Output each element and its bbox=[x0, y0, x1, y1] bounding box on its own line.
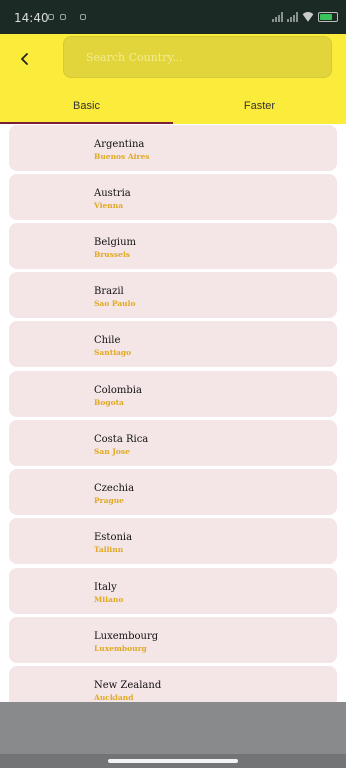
country-capital: Prague bbox=[94, 496, 124, 505]
country-name: Chile bbox=[94, 335, 121, 346]
back-arrow-icon bbox=[21, 53, 28, 65]
country-name: Costa Rica bbox=[94, 434, 149, 445]
country-list[interactable]: Argentina Buenos Aires Austria Vienna Be… bbox=[0, 124, 346, 702]
app-header: Basic Faster bbox=[0, 34, 346, 124]
country-card[interactable]: Costa Rica San Jose bbox=[9, 420, 337, 466]
signal-icon bbox=[287, 12, 298, 22]
country-capital: San Jose bbox=[94, 447, 130, 456]
country-card[interactable]: Italy Milano bbox=[9, 568, 337, 614]
battery-icon bbox=[318, 12, 338, 22]
country-name: Italy bbox=[94, 582, 117, 593]
country-name: Belgium bbox=[94, 237, 136, 248]
country-card[interactable]: Estonia Tallinn bbox=[9, 518, 337, 564]
back-button[interactable] bbox=[14, 48, 36, 70]
country-capital: Milano bbox=[94, 595, 124, 604]
tab-faster[interactable]: Faster bbox=[173, 88, 346, 124]
search-input[interactable] bbox=[64, 37, 331, 77]
status-bar: 14:40 bbox=[0, 0, 346, 34]
country-card[interactable]: Czechia Prague bbox=[9, 469, 337, 515]
country-capital: Tallinn bbox=[94, 545, 124, 554]
country-card[interactable]: Chile Santiago bbox=[9, 321, 337, 367]
country-capital: Buenos Aires bbox=[94, 152, 150, 161]
country-card[interactable]: Argentina Buenos Aires bbox=[9, 125, 337, 171]
country-name: Estonia bbox=[94, 532, 133, 543]
country-capital: Luxembourg bbox=[94, 644, 147, 653]
status-time: 14:40 bbox=[14, 11, 49, 25]
country-card[interactable]: Austria Vienna bbox=[9, 174, 337, 220]
country-card[interactable]: Belgium Brussels bbox=[9, 223, 337, 269]
country-capital: Vienna bbox=[94, 201, 124, 210]
notification-icon bbox=[80, 14, 86, 20]
notification-icon bbox=[48, 14, 54, 20]
country-card[interactable]: Colombia Bogota bbox=[9, 371, 337, 417]
country-capital: Brussels bbox=[94, 250, 131, 259]
status-icons bbox=[272, 12, 338, 22]
country-name: Luxembourg bbox=[94, 631, 159, 642]
search-box bbox=[63, 36, 332, 78]
bottom-overlay bbox=[0, 702, 346, 768]
country-name: Austria bbox=[94, 188, 131, 199]
country-name: Argentina bbox=[94, 139, 145, 150]
country-name: Czechia bbox=[94, 483, 135, 494]
tab-basic[interactable]: Basic bbox=[0, 88, 173, 124]
country-card[interactable]: New Zealand Auckland bbox=[9, 666, 337, 702]
country-card[interactable]: Brazil Sao Paulo bbox=[9, 272, 337, 318]
notification-icon bbox=[60, 14, 66, 20]
tab-bar: Basic Faster bbox=[0, 88, 346, 124]
country-capital: Auckland bbox=[94, 693, 134, 702]
country-name: Colombia bbox=[94, 385, 142, 396]
wifi-icon bbox=[302, 12, 314, 22]
country-capital: Santiago bbox=[94, 348, 132, 357]
country-capital: Bogota bbox=[94, 398, 124, 407]
signal-icon bbox=[272, 12, 283, 22]
home-gesture-handle[interactable] bbox=[108, 759, 238, 763]
country-name: New Zealand bbox=[94, 680, 162, 691]
country-card[interactable]: Luxembourg Luxembourg bbox=[9, 617, 337, 663]
country-name: Brazil bbox=[94, 286, 124, 297]
country-capital: Sao Paulo bbox=[94, 299, 136, 308]
